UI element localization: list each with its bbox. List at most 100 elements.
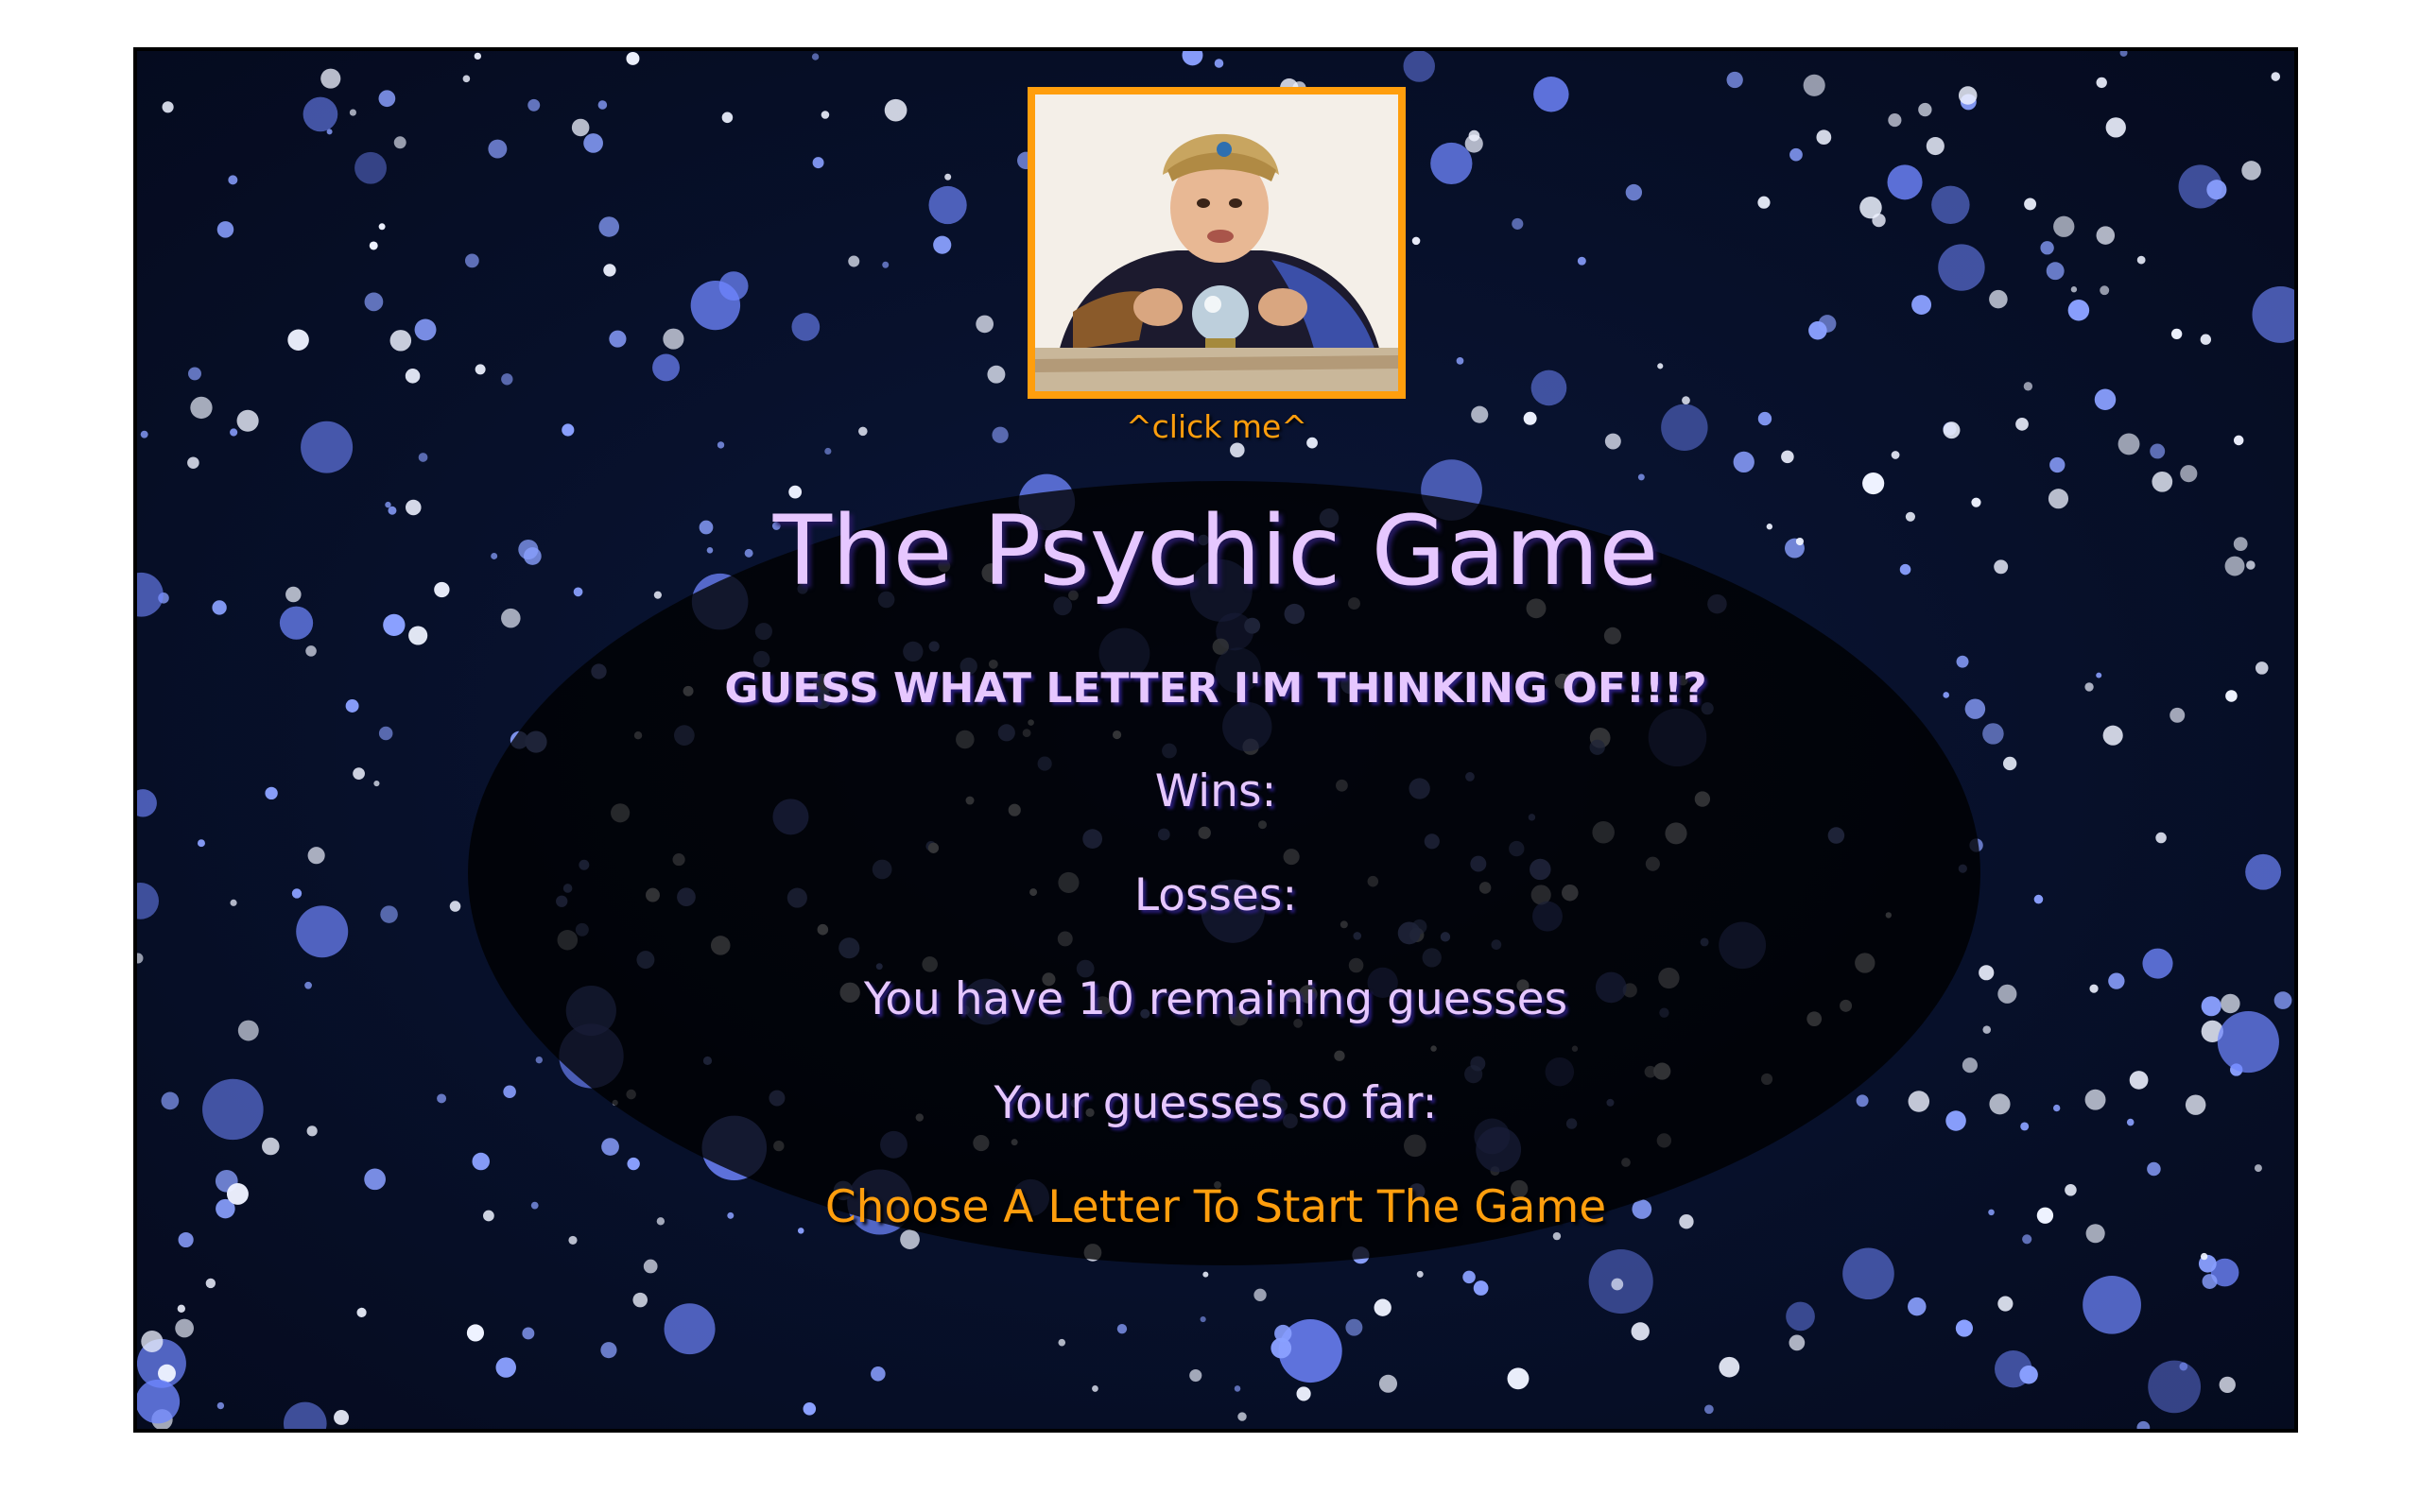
bokeh-dot — [1911, 295, 1932, 315]
bokeh-dot — [389, 330, 412, 352]
bokeh-dot — [2136, 1420, 2151, 1429]
bokeh-dot — [643, 1259, 658, 1274]
bokeh-dot — [568, 1235, 578, 1245]
bokeh-dot — [418, 453, 428, 462]
bokeh-dot — [1214, 59, 1224, 68]
bokeh-dot — [1997, 1296, 2014, 1312]
bokeh-dot — [987, 365, 1006, 384]
bokeh-dot — [364, 292, 384, 312]
bokeh-dot — [2170, 328, 2183, 340]
bokeh-dot — [1456, 357, 1464, 365]
bokeh-dot — [1274, 1324, 1292, 1343]
bokeh-dot — [188, 367, 201, 381]
bokeh-dot — [1989, 289, 2008, 309]
click-me-hint[interactable]: ^click me^ — [1028, 408, 1406, 445]
bokeh-dot — [812, 157, 824, 169]
bokeh-dot — [2019, 1365, 2038, 1384]
bokeh-dot — [356, 1307, 367, 1317]
bokeh-dot — [1374, 1298, 1392, 1316]
bokeh-dot — [1625, 183, 1643, 201]
bokeh-dot — [803, 1402, 817, 1416]
bokeh-dot — [1938, 244, 1985, 291]
bokeh-dot — [721, 112, 734, 124]
bokeh-dot — [527, 98, 541, 112]
bokeh-dot — [1719, 1356, 1740, 1378]
bokeh-dot — [583, 133, 603, 153]
game-instruction: GUESS WHAT LETTER I'M THINKING OF!!!? — [724, 664, 1707, 713]
bokeh-dot — [2200, 1252, 2208, 1261]
bokeh-dot — [652, 353, 680, 382]
bokeh-dot — [2049, 456, 2066, 473]
bokeh-dot — [1182, 51, 1203, 66]
bokeh-dot — [216, 1401, 225, 1410]
bokeh-dot — [821, 111, 830, 119]
fortune-teller-image-button[interactable] — [1028, 87, 1406, 399]
bokeh-dot — [1577, 256, 1586, 266]
bokeh-dot — [1253, 1288, 1267, 1301]
bokeh-dot — [2206, 180, 2227, 200]
bokeh-dot — [1058, 1338, 1066, 1347]
page-title: The Psychic Game — [772, 495, 1659, 608]
bokeh-dot — [137, 1379, 181, 1424]
bokeh-dot — [717, 441, 725, 449]
bokeh-dot — [562, 423, 575, 437]
bokeh-dot — [664, 1303, 716, 1355]
bokeh-dot — [598, 216, 620, 237]
bokeh-dot — [2046, 262, 2065, 281]
bokeh-dot — [811, 53, 820, 60]
bokeh-dot — [466, 1324, 485, 1342]
fortune-teller-icon — [1035, 94, 1398, 391]
bokeh-dot — [2119, 51, 2128, 57]
bokeh-dot — [626, 51, 640, 65]
bokeh-dot — [933, 235, 952, 254]
bokeh-dot — [600, 1342, 617, 1359]
bokeh-dot — [378, 90, 396, 108]
bokeh-dot — [2040, 241, 2054, 255]
bokeh-dot — [1661, 404, 1708, 451]
bokeh-dot — [1757, 411, 1772, 426]
bokeh-dot — [603, 264, 616, 277]
bokeh-dot — [488, 139, 508, 159]
bokeh-dot — [301, 421, 354, 473]
bokeh-dot — [1604, 433, 1621, 450]
bokeh-dot — [1943, 421, 1961, 439]
bokeh-dot — [1234, 1385, 1241, 1392]
bokeh-dot — [187, 456, 199, 469]
losses-label: Losses: — [1133, 869, 1298, 921]
bokeh-dot — [2150, 443, 2166, 459]
bokeh-dot — [1468, 129, 1480, 142]
bokeh-dot — [1931, 185, 1970, 224]
bokeh-dot — [1200, 1315, 1206, 1323]
bokeh-dot — [871, 1366, 886, 1382]
bokeh-dot — [462, 75, 471, 83]
bokeh-dot — [1955, 1319, 1973, 1337]
bokeh-dot — [1378, 1374, 1398, 1393]
bokeh-dot — [474, 52, 482, 60]
bokeh-dot — [2233, 435, 2244, 446]
bokeh-dot — [1926, 137, 1945, 156]
game-content: The Psychic Game GUESS WHAT LETTER I'M T… — [137, 481, 2294, 1237]
bokeh-dot — [718, 271, 749, 301]
bokeh-dot — [1908, 1297, 1927, 1316]
bokeh-dot — [1611, 1278, 1624, 1291]
bokeh-dot — [1631, 1322, 1650, 1341]
bokeh-dot — [848, 255, 860, 267]
bokeh-dot — [283, 1401, 327, 1429]
bokeh-dot — [2136, 255, 2146, 265]
bokeh-dot — [1507, 1367, 1530, 1390]
bokeh-dot — [992, 426, 1009, 443]
bokeh-dot — [2096, 226, 2116, 245]
bokeh-dot — [884, 98, 908, 122]
remaining-guesses-text: You have 10 remaining guesses — [863, 973, 1568, 1025]
bokeh-dot — [2271, 72, 2281, 81]
bokeh-dot — [632, 1292, 648, 1308]
bokeh-dot — [2024, 198, 2037, 211]
bokeh-dot — [1296, 1386, 1311, 1401]
bokeh-dot — [1958, 86, 1978, 105]
bokeh-dot — [824, 447, 832, 455]
bokeh-dot — [597, 100, 608, 110]
bokeh-dot — [369, 241, 378, 250]
bokeh-dot — [162, 101, 174, 113]
wins-label: Wins: — [1154, 765, 1277, 817]
bokeh-dot — [501, 373, 513, 386]
